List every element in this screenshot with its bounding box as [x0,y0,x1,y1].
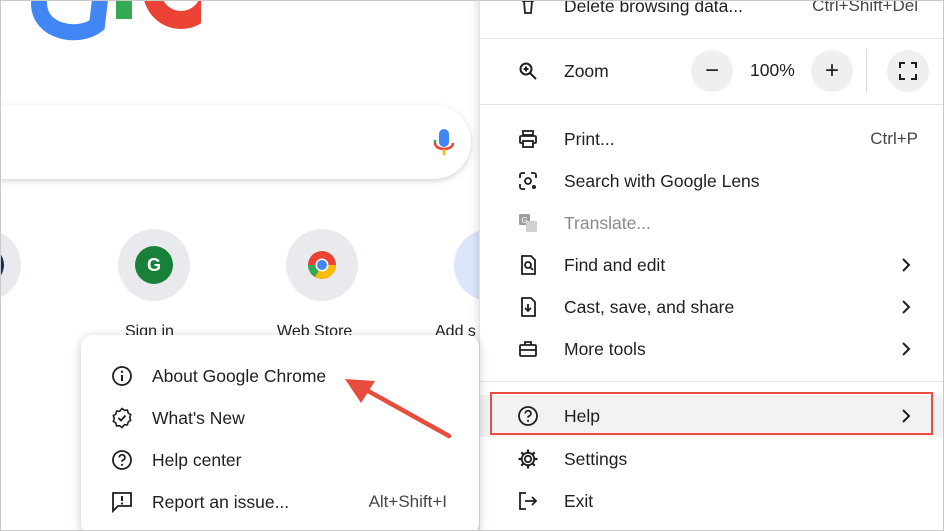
menu-item-help[interactable]: Help [480,395,943,437]
menu-item-shortcut: Ctrl+P [870,129,918,148]
submenu-item-about-chrome[interactable]: About Google Chrome [81,355,479,397]
menu-item-label: Translate... [564,212,651,233]
menu-item-exit[interactable]: Exit [480,480,943,522]
chrome-icon [308,251,336,279]
menu-item-label: Print... [564,128,615,149]
chevron-right-icon [902,409,911,423]
menu-item-zoom: Zoom − 100% + [480,49,943,93]
translate-icon: G [516,211,540,235]
submenu-item-shortcut: Alt+Shift+I [368,492,447,511]
submenu-item-help-center[interactable]: Help center [81,439,479,481]
menu-item-translate: G Translate... [480,202,943,244]
find-page-icon [516,253,540,277]
menu-divider [480,381,943,382]
submenu-item-label: What's New [152,407,245,428]
submenu-item-label: Help center [152,449,242,470]
zoom-label: Zoom [564,60,609,81]
gear-icon [516,447,540,471]
help-submenu: About Google Chrome What's New Help cent… [81,335,479,530]
info-icon [110,364,134,388]
menu-item-label: Cast, save, and share [564,296,735,317]
shortcut-tile-web-store[interactable] [286,229,358,301]
shortcut-tile-sign-in[interactable]: G [118,229,190,301]
menu-item-settings[interactable]: Settings [480,438,943,480]
chevron-right-icon [902,258,911,272]
fullscreen-icon [899,62,917,80]
menu-item-label: Delete browsing data... [564,0,743,16]
svg-text:G: G [522,216,528,225]
feedback-icon [110,490,134,514]
submenu-item-whats-new[interactable]: What's New [81,397,479,439]
chrome-main-menu: Delete browsing data... Ctrl+Shift+Del Z… [479,0,943,530]
submenu-item-report-issue[interactable]: Report an issue... Alt+Shift+I [81,481,479,523]
microphone-icon[interactable] [431,127,457,159]
menu-divider [480,38,943,39]
menu-item-google-lens[interactable]: Search with Google Lens [480,160,943,202]
shortcut-tile-1[interactable] [1,229,21,301]
fullscreen-button[interactable] [887,50,929,92]
menu-item-delete-browsing-data[interactable]: Delete browsing data... Ctrl+Shift+Del [480,0,943,27]
zoom-out-button[interactable]: − [691,50,733,92]
menu-divider [480,104,943,105]
toolbox-icon [516,337,540,361]
menu-item-label: Search with Google Lens [564,170,760,191]
menu-item-label: Find and edit [564,254,666,275]
exit-icon [516,489,540,513]
shortcut-favicon: G [135,246,173,284]
save-page-icon [516,295,540,319]
screen: G e Sign in Web Store Add s Delete brows… [0,0,944,531]
google-logo [31,1,201,41]
chevron-right-icon [902,300,911,314]
google-lens-icon [516,169,540,193]
search-box[interactable] [1,105,471,179]
zoom-icon [516,59,540,83]
verified-badge-icon [110,406,134,430]
submenu-item-label: Report an issue... [152,491,290,512]
menu-item-find-and-edit[interactable]: Find and edit [480,244,943,286]
menu-item-label: Settings [564,448,628,469]
menu-item-label: Help [564,405,600,426]
zoom-level: 100% [750,60,795,80]
chevron-right-icon [902,342,911,356]
menu-item-label: More tools [564,338,646,359]
trash-icon [516,1,540,18]
menu-item-shortcut: Ctrl+Shift+Del [812,0,918,15]
menu-item-more-tools[interactable]: More tools [480,328,943,370]
submenu-item-label: About Google Chrome [152,365,327,386]
menu-item-print[interactable]: Print... Ctrl+P [480,118,943,160]
help-circle-icon [110,448,134,472]
printer-icon [516,127,540,151]
zoom-in-button[interactable]: + [811,50,853,92]
zoom-divider [866,49,867,93]
menu-item-cast-save-share[interactable]: Cast, save, and share [480,286,943,328]
menu-item-label: Exit [564,490,594,511]
help-icon [516,404,540,428]
